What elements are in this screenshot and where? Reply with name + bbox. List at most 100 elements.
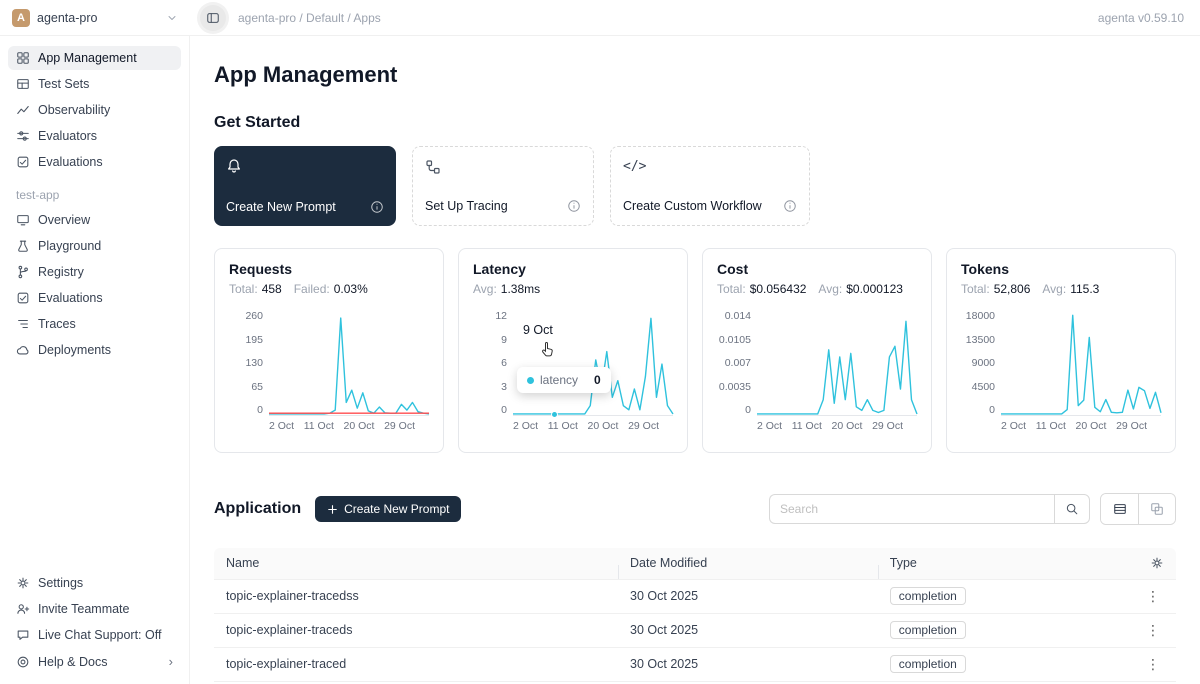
y-tick: 12 [495,310,507,322]
sidebar-item-app-evaluations[interactable]: Evaluations [8,286,181,310]
sidebar-toggle-button[interactable] [200,5,226,31]
stat-card-latency: Latency Avg: 1.38ms 12 9 6 3 0 2 [458,248,688,453]
tracing-icon [425,159,581,175]
card-view-button[interactable] [1138,494,1175,524]
sidebar-item-settings[interactable]: Settings [8,571,181,595]
code-icon: </> [623,159,797,174]
stat-label: Total: [717,282,746,296]
y-tick: 0.007 [725,357,751,369]
x-tick: 11 Oct [792,420,822,432]
y-axis-labels: 0.014 0.0105 0.007 0.0035 0 [717,310,757,416]
x-axis-labels: 2 Oct 11 Oct 20 Oct 29 Oct [513,420,673,432]
x-tick: 20 Oct [832,420,863,432]
row-menu-button[interactable]: ⋮ [1142,622,1164,639]
tokens-chart [1001,310,1161,416]
header-date-modified[interactable]: Date Modified [618,556,878,570]
sidebar-item-traces[interactable]: Traces [8,312,181,336]
stat-label: Avg: [1042,282,1066,296]
chat-bubble-icon [16,628,30,642]
column-settings-gear-icon[interactable] [1150,556,1164,570]
stat-label: Failed: [294,282,330,296]
table-row[interactable]: topic-explainer-traceds 30 Oct 2025 comp… [214,614,1176,648]
create-custom-workflow-card[interactable]: </> Create Custom Workflow [610,146,810,226]
sidebar-item-evaluations[interactable]: Evaluations [8,150,181,174]
y-axis-labels: 18000 13500 9000 4500 0 [961,310,1001,416]
info-icon[interactable] [370,200,384,214]
table-view-icon [1113,502,1127,516]
y-tick: 0 [501,404,507,416]
app-name: topic-explainer-traced [214,657,618,671]
card-view-icon [1150,502,1164,516]
card-label: Set Up Tracing [425,199,508,213]
app-date: 30 Oct 2025 [618,623,878,637]
sidebar-item-label: Registry [38,265,84,279]
info-icon[interactable] [783,199,797,213]
table-view-button[interactable] [1101,494,1138,524]
stat-value: 52,806 [994,282,1031,296]
stat-card-cost: Cost Total: $0.056432 Avg: $0.000123 0.0… [702,248,932,453]
sidebar-item-deployments[interactable]: Deployments [8,338,181,362]
create-new-prompt-card[interactable]: Create New Prompt [214,146,396,226]
sidebar-item-label: Invite Teammate [38,602,129,616]
sidebar-item-label: Evaluations [38,155,103,169]
y-tick: 9 [501,334,507,346]
header-name[interactable]: Name [214,556,618,570]
get-started-cards: Create New Prompt Set Up Tracing </> Cre… [214,146,1176,226]
table-header: Name Date Modified Type [214,548,1176,580]
sidebar-item-playground[interactable]: Playground [8,234,181,258]
stat-value: 115.3 [1070,282,1099,296]
sidebar-item-label: Settings [38,576,83,590]
sidebar-item-app-management[interactable]: App Management [8,46,181,70]
search-icon [1065,502,1079,516]
sidebar-item-label: Help & Docs [38,655,107,669]
app-date: 30 Oct 2025 [618,657,878,671]
chevron-right-icon: › [169,654,173,669]
table-row[interactable]: topic-explainer-tracedss 30 Oct 2025 com… [214,580,1176,614]
workspace-name: agenta-pro [37,11,97,25]
sidebar-item-invite-teammate[interactable]: Invite Teammate [8,597,181,621]
x-axis-labels: 2 Oct 11 Oct 20 Oct 29 Oct [269,420,429,432]
sidebar-item-overview[interactable]: Overview [8,208,181,232]
tooltip-series: latency [540,373,578,387]
sidebar-item-registry[interactable]: Registry [8,260,181,284]
search-input[interactable] [769,494,1054,524]
sidebar-item-test-sets[interactable]: Test Sets [8,72,181,96]
x-axis-labels: 2 Oct 11 Oct 20 Oct 29 Oct [1001,420,1161,432]
type-badge: completion [890,655,966,673]
create-new-prompt-button[interactable]: Create New Prompt [315,496,461,522]
sidebar-item-evaluators[interactable]: Evaluators [8,124,181,148]
stat-title: Cost [717,261,917,277]
y-tick: 195 [245,334,263,346]
info-icon[interactable] [567,199,581,213]
y-tick: 260 [245,310,263,322]
cursor-icon [541,341,556,361]
header-type[interactable]: Type [878,556,1109,570]
table-row[interactable]: topic-explainer-traced 30 Oct 2025 compl… [214,648,1176,682]
search-button[interactable] [1054,494,1090,524]
prompt-bell-icon [226,158,384,174]
y-tick: 0 [257,404,263,416]
sidebar-item-help-docs[interactable]: Help & Docs › [8,649,181,674]
page-title: App Management [214,62,1176,88]
workspace-selector[interactable]: A agenta-pro [0,9,190,27]
sidebar-item-label: App Management [38,51,137,65]
row-menu-button[interactable]: ⋮ [1142,656,1164,673]
x-tick: 11 Oct [304,420,334,432]
stat-value: $0.056432 [750,282,807,296]
beaker-icon [16,239,30,253]
checklist-icon [16,155,30,169]
sidebar-item-observability[interactable]: Observability [8,98,181,122]
breadcrumb[interactable]: agenta-pro / Default / Apps [238,11,381,25]
sidebar-item-live-chat[interactable]: Live Chat Support: Off [8,623,181,647]
stat-value: 1.38ms [501,282,540,296]
x-tick: 29 Oct [628,420,659,432]
stat-title: Latency [473,261,673,277]
stat-label: Avg: [473,282,497,296]
y-tick: 6 [501,357,507,369]
stat-value: 458 [262,282,282,296]
topbar: A agenta-pro agenta-pro / Default / Apps… [0,0,1200,36]
y-axis-labels: 260 195 130 65 0 [229,310,269,416]
set-up-tracing-card[interactable]: Set Up Tracing [412,146,594,226]
row-menu-button[interactable]: ⋮ [1142,588,1164,605]
x-tick: 11 Oct [548,420,578,432]
